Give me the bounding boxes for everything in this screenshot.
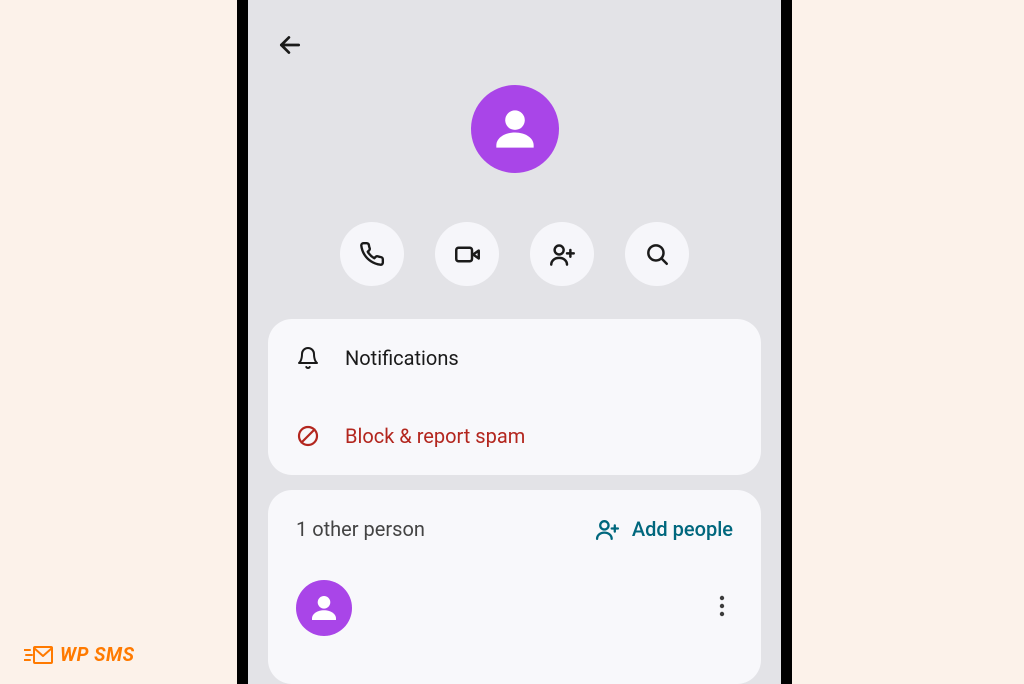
call-button[interactable] <box>340 222 404 286</box>
phone-icon <box>359 241 385 267</box>
add-person-button[interactable] <box>530 222 594 286</box>
more-vert-icon <box>719 594 725 618</box>
bell-icon <box>296 346 320 370</box>
wp-sms-logo: WP SMS <box>24 643 135 666</box>
person-add-icon <box>595 517 620 542</box>
people-card: 1 other person Add people <box>268 490 761 684</box>
phone-screen: Notifications Block & report spam 1 othe… <box>248 0 781 684</box>
person-add-icon <box>549 241 576 268</box>
back-arrow-icon <box>277 32 303 58</box>
settings-card: Notifications Block & report spam <box>268 319 761 475</box>
notifications-row[interactable]: Notifications <box>268 319 761 397</box>
search-button[interactable] <box>625 222 689 286</box>
person-icon <box>306 590 342 626</box>
block-report-row[interactable]: Block & report spam <box>268 397 761 475</box>
block-icon <box>296 424 320 448</box>
person-row[interactable] <box>268 580 761 636</box>
action-row <box>248 222 781 286</box>
contact-avatar[interactable] <box>471 85 559 173</box>
phone-frame: Notifications Block & report spam 1 othe… <box>237 0 792 684</box>
search-icon <box>644 241 670 267</box>
person-icon <box>487 101 543 157</box>
back-button[interactable] <box>275 30 305 60</box>
other-person-count: 1 other person <box>296 517 425 541</box>
person-more-button[interactable] <box>711 586 733 630</box>
add-people-button[interactable]: Add people <box>595 517 733 542</box>
block-label: Block & report spam <box>345 424 525 448</box>
notifications-label: Notifications <box>345 346 459 370</box>
logo-text: WP SMS <box>60 643 135 666</box>
add-people-label: Add people <box>632 517 733 541</box>
people-header: 1 other person Add people <box>268 490 761 568</box>
person-avatar[interactable] <box>296 580 352 636</box>
video-icon <box>454 241 481 268</box>
envelope-icon <box>24 644 54 666</box>
video-call-button[interactable] <box>435 222 499 286</box>
